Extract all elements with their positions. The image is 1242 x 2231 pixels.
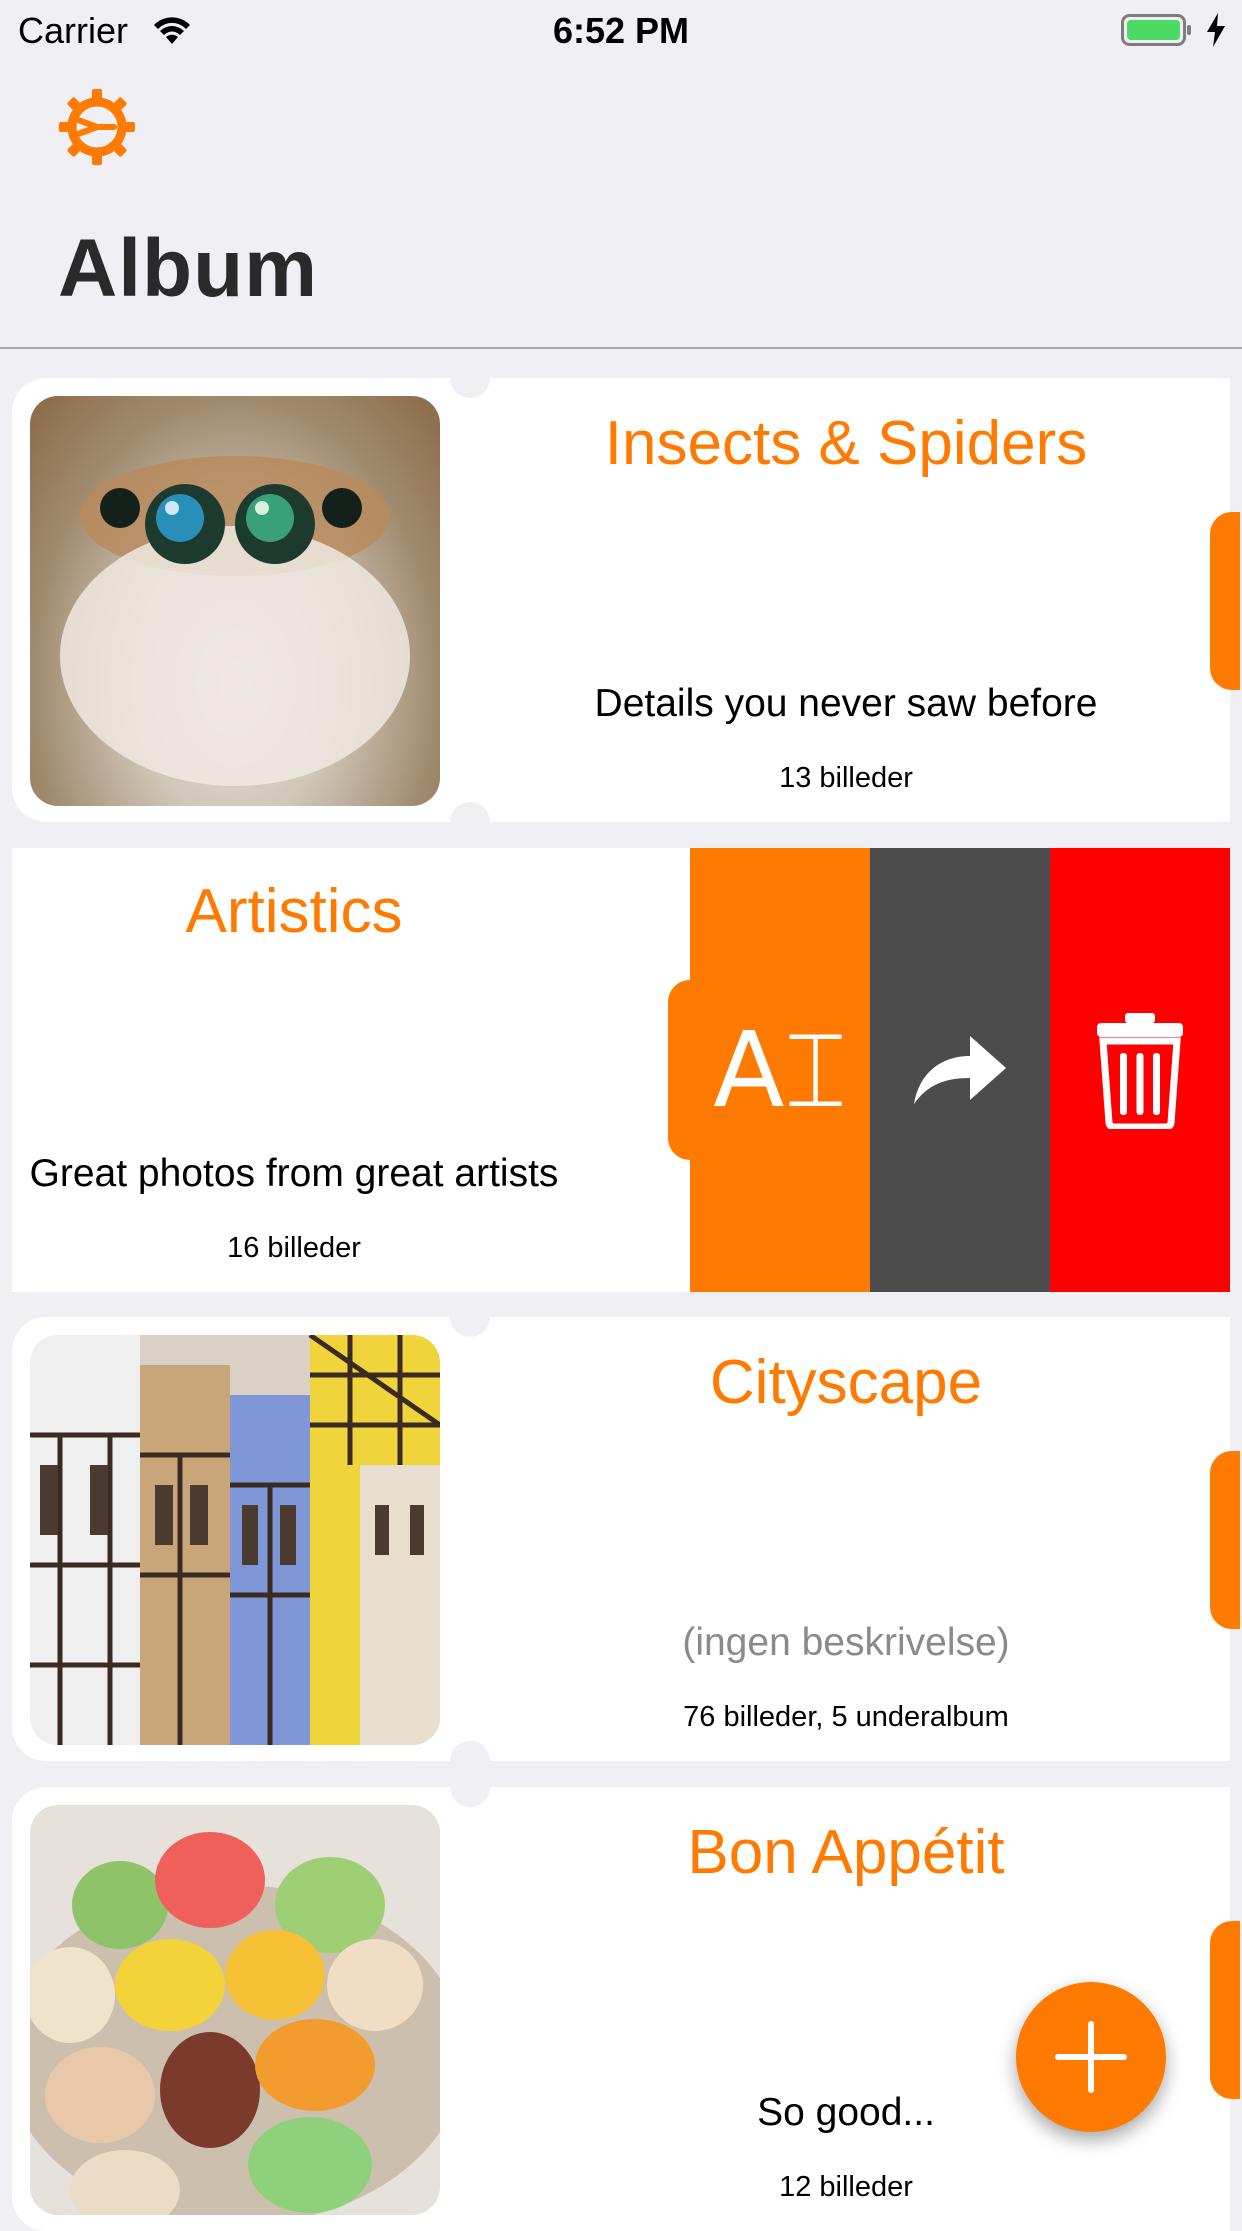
album-title: Artistics <box>185 877 403 946</box>
status-time: 6:52 PM <box>552 10 690 51</box>
delete-button[interactable] <box>1050 848 1230 1292</box>
share-button[interactable] <box>870 848 1050 1292</box>
album-description: Details you never saw before <box>594 682 1098 725</box>
add-album-button[interactable] <box>1016 1982 1166 2132</box>
page-title: Album <box>58 223 319 314</box>
charging-bolt-icon <box>1207 13 1225 47</box>
album-count: 76 billeder, 5 underalbum <box>683 1701 1009 1733</box>
spider-photo <box>30 396 440 806</box>
trash-icon <box>1097 1013 1183 1129</box>
album-title: Insects & Spiders <box>604 409 1088 478</box>
battery-icon <box>1121 14 1191 46</box>
album-description: (ingen beskrivelse) <box>682 1621 1010 1664</box>
card-notch <box>450 1767 490 1807</box>
album-edge-handle[interactable] <box>1210 1451 1240 1629</box>
album-edge-handle[interactable] <box>1210 512 1240 690</box>
swipe-actions: A⌶ <box>668 848 1230 1292</box>
rename-icon: A⌶ <box>713 1008 847 1131</box>
card-notch <box>450 358 490 398</box>
album-description: Great photos from great artists <box>29 1152 559 1195</box>
status-bar: Carrier 6:52 PM <box>0 0 1242 60</box>
card-notch <box>450 802 490 842</box>
album-title: Bon Appétit <box>687 1818 1005 1887</box>
plus-icon <box>1055 2021 1127 2093</box>
album-title: Cityscape <box>709 1348 983 1417</box>
album-count: 12 billeder <box>779 2171 913 2203</box>
album-edge-handle[interactable] <box>1210 1921 1240 2099</box>
nav-divider <box>0 347 1242 349</box>
album-count: 13 billeder <box>779 762 913 794</box>
album-card-artistics[interactable]: Artistics Great photos from great artist… <box>12 848 1230 1292</box>
half-timbered-houses-photo <box>30 1335 440 1745</box>
rename-button[interactable]: A⌶ <box>690 848 870 1292</box>
share-arrow-icon <box>914 1036 1006 1104</box>
album-card-cityscape[interactable]: Cityscape (ingen beskrivelse) 76 billede… <box>12 1297 1240 1781</box>
album-count: 16 billeder <box>227 1232 361 1264</box>
album-card-insects[interactable]: Insects & Spiders Details you never saw … <box>12 358 1240 842</box>
macarons-photo <box>30 1805 440 2215</box>
card-notch <box>450 1297 490 1337</box>
gear-icon[interactable] <box>58 88 136 166</box>
